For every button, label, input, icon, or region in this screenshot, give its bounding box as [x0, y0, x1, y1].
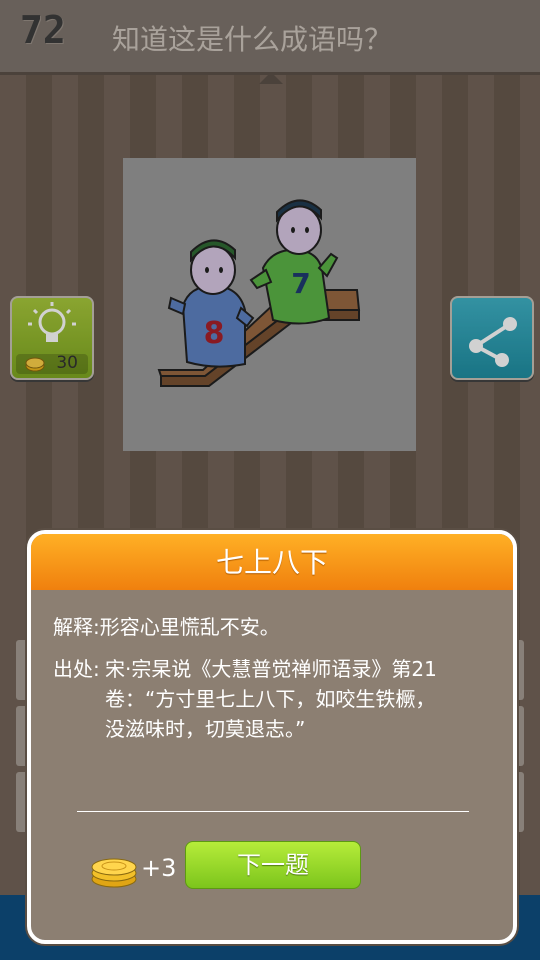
- coin-reward: +3: [141, 854, 177, 882]
- dialog-title: 七上八下: [31, 534, 513, 590]
- answer-dialog: 七上八下 解释:形容心里慌乱不安。 出处: 宋·宗杲说《大慧普觉禅师语录》第21…: [27, 530, 517, 944]
- source-line: 宋·宗杲说《大慧普觉禅师语录》第21: [105, 657, 437, 681]
- next-question-button[interactable]: 下一题: [185, 841, 361, 889]
- coin-stack-icon: [91, 858, 137, 888]
- divider: [77, 811, 469, 812]
- source-line: 卷：“方寸里七上八下，如咬生铁橛，: [105, 687, 436, 711]
- source-line: 没滋味时，切莫退志。”: [105, 717, 306, 741]
- idiom-explanation: 解释:形容心里慌乱不安。: [53, 615, 280, 639]
- source-label: 出处:: [53, 657, 100, 681]
